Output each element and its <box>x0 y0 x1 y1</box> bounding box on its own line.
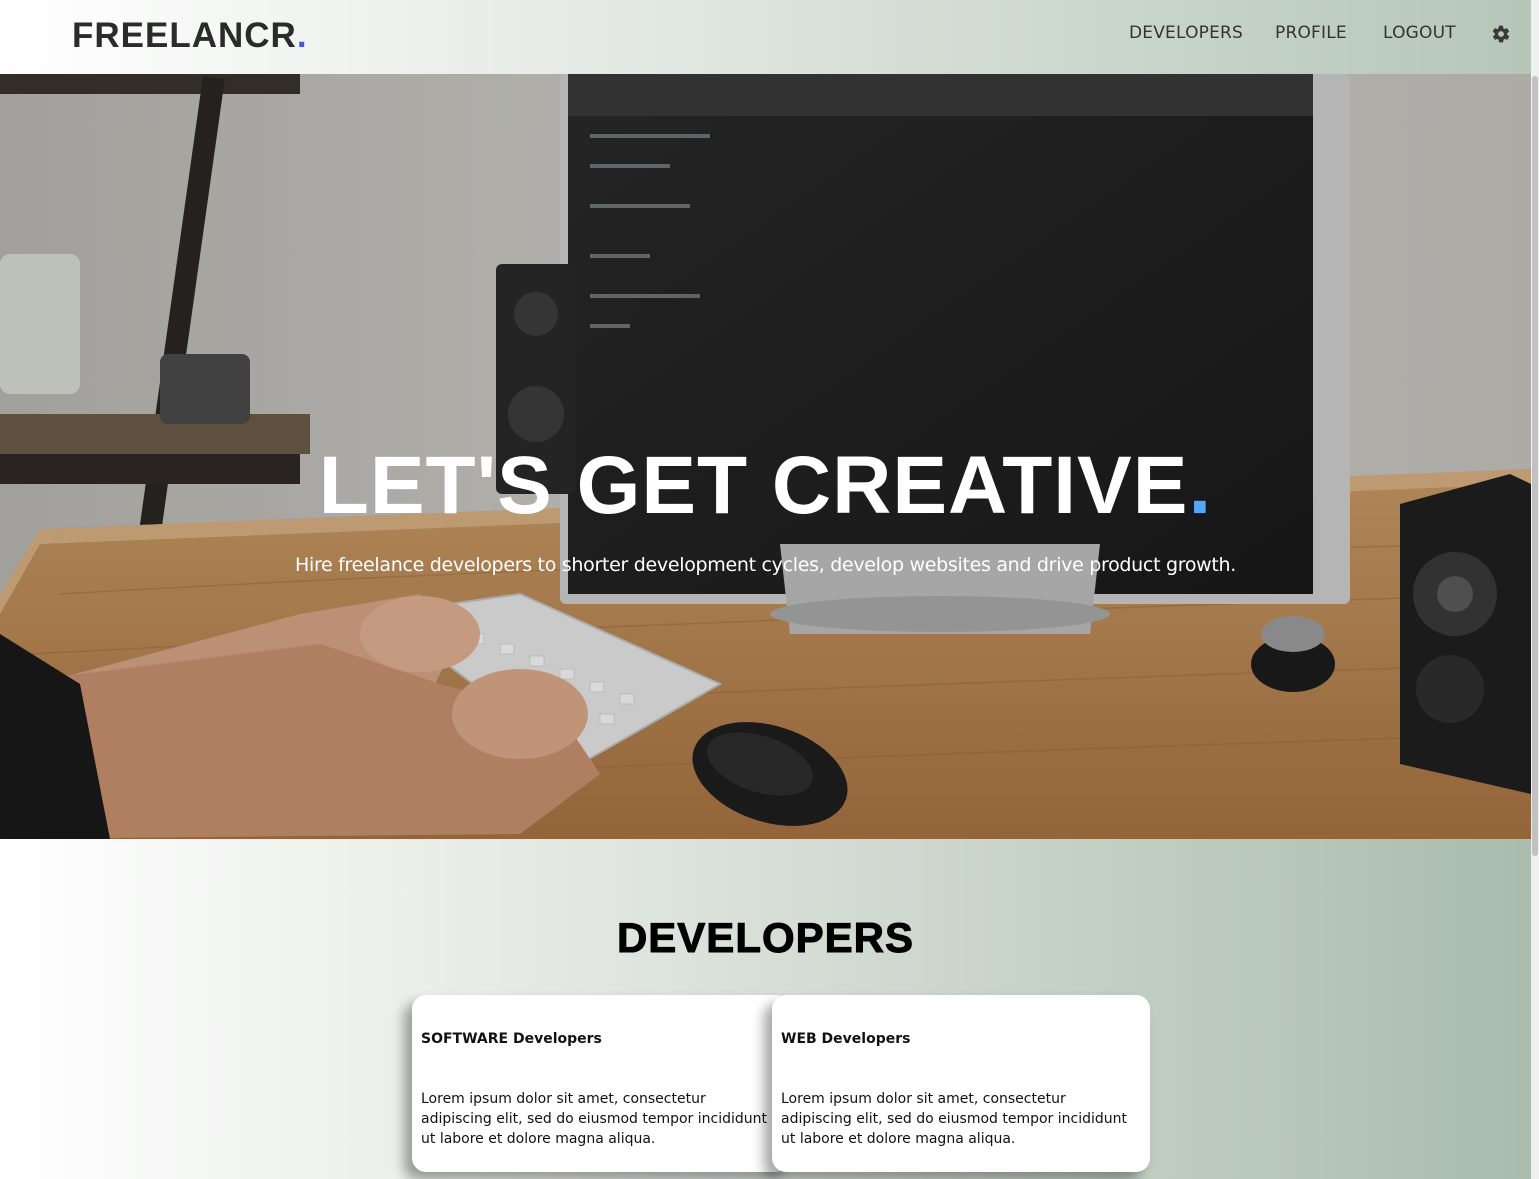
card-title: WEB Developers <box>781 1031 911 1047</box>
hero-banner: LET'S GET CREATIVE. Hire freelance devel… <box>0 74 1531 839</box>
logo-text: FREELANCR <box>72 16 297 55</box>
scrollbar-thumb[interactable] <box>1532 76 1538 856</box>
card-description: Lorem ipsum dolor sit amet, consectetur … <box>781 1091 1128 1147</box>
hero-title: LET'S GET CREATIVE. <box>0 436 1531 536</box>
logo-dot: . <box>296 16 308 55</box>
hero-title-dot: . <box>1188 440 1213 531</box>
nav-profile-link[interactable]: PROFILE <box>1275 22 1347 44</box>
nav-logout-link[interactable]: LOGOUT <box>1383 22 1456 44</box>
gear-icon[interactable] <box>1491 24 1511 44</box>
card-title: SOFTWARE Developers <box>421 1031 602 1047</box>
developers-section: DEVELOPERS SOFTWARE Developers Lorem ips… <box>0 839 1531 1179</box>
card-description: Lorem ipsum dolor sit amet, consectetur … <box>421 1091 768 1147</box>
software-developers-card[interactable]: SOFTWARE Developers Lorem ipsum dolor si… <box>412 995 790 1172</box>
web-developers-card[interactable]: WEB Developers Lorem ipsum dolor sit ame… <box>772 995 1150 1172</box>
top-navbar: FREELANCR. DEVELOPERS PROFILE LOGOUT <box>0 0 1539 74</box>
developers-heading: DEVELOPERS <box>616 914 915 962</box>
nav-developers-link[interactable]: DEVELOPERS <box>1129 22 1243 44</box>
hero-subtitle: Hire freelance developers to shorter dev… <box>294 554 1237 576</box>
hero-title-text: LET'S GET CREATIVE <box>318 440 1189 531</box>
brand-logo[interactable]: FREELANCR. <box>72 14 308 58</box>
